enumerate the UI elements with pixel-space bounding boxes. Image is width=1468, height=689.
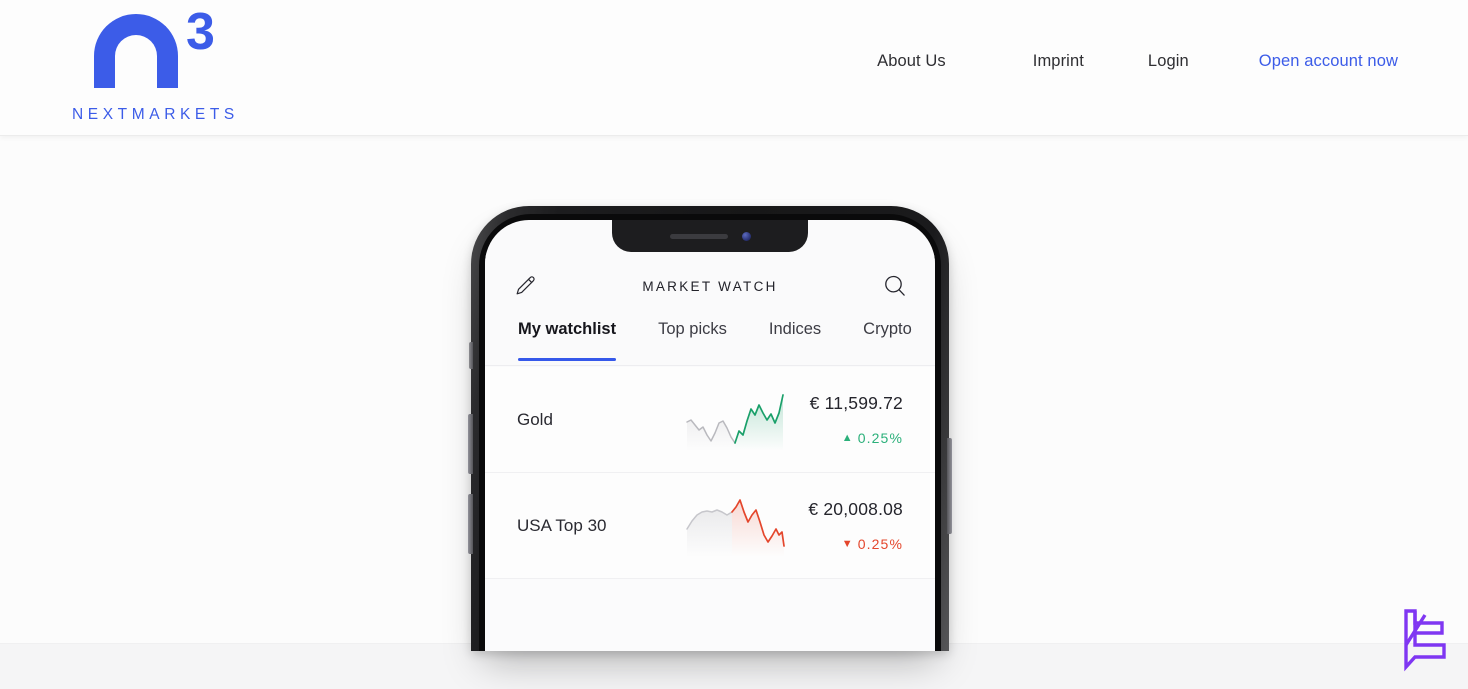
watchlist-row[interactable]: USA Top 30 € 20,008.08 ▼ 0.25% <box>485 473 935 579</box>
logo-superscript: 3 <box>186 3 215 61</box>
search-button[interactable] <box>879 270 911 302</box>
logo-n-icon <box>94 14 178 88</box>
page-root: 3 NEXTMARKETS About Us Imprint Login Ope… <box>0 0 1468 689</box>
brand-logo[interactable]: 3 NEXTMARKETS <box>72 3 302 126</box>
phone-notch <box>612 220 808 252</box>
phone-mockup: MARKET WATCH My watchlist Top picks Indi… <box>468 206 952 651</box>
instrument-name: USA Top 30 <box>517 515 607 535</box>
tab-my-watchlist[interactable]: My watchlist <box>518 320 617 361</box>
instrument-values: € 20,008.08 ▼ 0.25% <box>785 499 925 552</box>
open-account-button[interactable]: Open account now <box>1259 52 1398 71</box>
watchlist-tabs: My watchlist Top picks Indices Crypto <box>485 320 935 366</box>
phone-volume-down-button[interactable] <box>468 494 473 554</box>
watchlist-row[interactable]: Gold € 11,599.72 ▲ 0.25% <box>485 367 935 473</box>
instrument-price: € 11,599.72 <box>809 393 903 413</box>
pencil-icon <box>516 275 535 294</box>
sparkline-chart-gold <box>686 393 784 451</box>
phone-volume-up-button[interactable] <box>468 414 473 474</box>
phone-screen: MARKET WATCH My watchlist Top picks Indi… <box>485 220 935 651</box>
edit-watchlist-button[interactable] <box>509 270 541 302</box>
change-value: 0.25% <box>857 430 903 446</box>
watermark-logo-icon <box>1404 609 1446 672</box>
change-value: 0.25% <box>857 536 903 552</box>
instrument-values: € 11,599.72 ▲ 0.25% <box>785 393 925 446</box>
arrow-up-icon: ▲ <box>841 431 854 444</box>
speaker-grille-icon <box>669 233 728 239</box>
nav-item-imprint[interactable]: Imprint <box>1033 52 1084 71</box>
nav-item-login[interactable]: Login <box>1148 52 1189 71</box>
tab-crypto[interactable]: Crypto <box>863 320 912 361</box>
sparkline-chart-usa-top-30 <box>686 498 785 557</box>
site-header: 3 NEXTMARKETS About Us Imprint Login Ope… <box>0 0 1468 136</box>
front-camera-icon <box>741 231 751 241</box>
phone-power-button[interactable] <box>947 438 952 534</box>
instrument-change: ▲ 0.25% <box>842 430 903 446</box>
main-navigation: About Us Imprint Login Open account now <box>877 52 1398 71</box>
app-header-bar: MARKET WATCH <box>485 252 935 320</box>
search-icon <box>885 275 905 296</box>
watchlist-list: Gold € 11,599.72 ▲ 0.25% USA Top 30 € 20… <box>485 367 935 651</box>
instrument-price: € 20,008.08 <box>808 499 903 519</box>
tab-top-picks[interactable]: Top picks <box>658 320 727 361</box>
phone-mute-switch[interactable] <box>469 342 473 369</box>
arrow-down-icon: ▼ <box>841 537 854 550</box>
brand-mark-icon: 3 <box>94 3 254 88</box>
app-title: MARKET WATCH <box>642 278 778 294</box>
nav-item-about-us[interactable]: About Us <box>877 52 946 71</box>
instrument-name: Gold <box>517 409 553 429</box>
instrument-change: ▼ 0.25% <box>842 536 903 552</box>
tab-indices[interactable]: Indices <box>769 320 821 361</box>
brand-wordmark: NEXTMARKETS <box>72 106 239 123</box>
